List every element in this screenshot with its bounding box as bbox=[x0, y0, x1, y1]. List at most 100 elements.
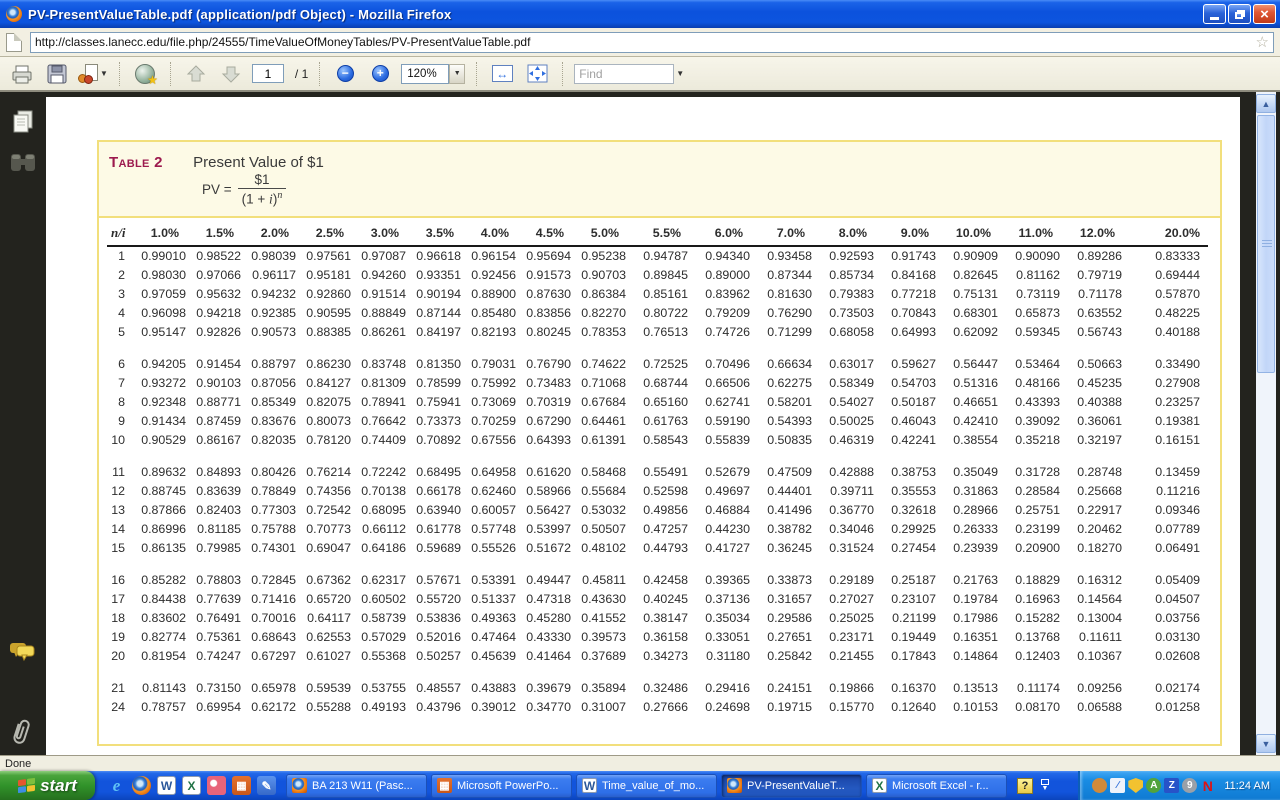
excel-icon[interactable]: X bbox=[182, 776, 201, 795]
task-button[interactable]: XMicrosoft Excel - r... bbox=[866, 774, 1007, 798]
pv-cell: 0.55684 bbox=[573, 481, 628, 500]
pv-cell: 0.87144 bbox=[408, 303, 463, 322]
internet-explorer-icon[interactable]: e bbox=[107, 776, 126, 795]
journal-icon[interactable]: ✎ bbox=[257, 776, 276, 795]
pv-cell: 0.34046 bbox=[814, 519, 876, 538]
task-button[interactable]: BA 213 W11 (Pasc... bbox=[286, 774, 427, 798]
zoom-in-button[interactable]: + bbox=[366, 60, 394, 88]
task-button[interactable]: ▦Microsoft PowerPo... bbox=[431, 774, 572, 798]
zone-icon[interactable]: Z bbox=[1164, 778, 1179, 793]
pv-cell: 0.62275 bbox=[752, 373, 814, 392]
messenger-icon[interactable] bbox=[1092, 778, 1107, 793]
pv-row: 50.951470.928260.905730.883850.862610.84… bbox=[107, 322, 1208, 341]
pv-cell: 0.81162 bbox=[1000, 265, 1062, 284]
pdf-viewer: Table 2 Present Value of $1 PV = $1 (1 +… bbox=[0, 92, 1280, 755]
zoom-dropdown-caret[interactable]: ▼ bbox=[449, 64, 465, 84]
pv-cell: 0.54703 bbox=[876, 373, 938, 392]
pv-cell: 0.89286 bbox=[1062, 246, 1124, 265]
scroll-up-button[interactable]: ▲ bbox=[1256, 94, 1276, 113]
pdf-toolbar: ▼ ★ / 1 − + 120% ▼ ↔ ▼ bbox=[0, 57, 1280, 92]
scroll-down-button[interactable]: ▼ bbox=[1256, 734, 1276, 753]
binoculars-icon[interactable] bbox=[8, 150, 38, 179]
task-button[interactable]: PV-PresentValueT... bbox=[721, 774, 862, 798]
comments-panel-icon[interactable] bbox=[8, 640, 36, 669]
antivirus-icon[interactable]: A bbox=[1146, 778, 1161, 793]
pv-cell: 0.13513 bbox=[938, 678, 1000, 697]
url-input[interactable]: http://classes.lanecc.edu/file.php/24555… bbox=[30, 32, 1274, 53]
pv-cell: 0.59627 bbox=[876, 354, 938, 373]
pv-cell: 0.88771 bbox=[188, 392, 243, 411]
pv-cell: 0.73373 bbox=[408, 411, 463, 430]
pv-cell: 0.58201 bbox=[752, 392, 814, 411]
pv-cell: 0.53755 bbox=[353, 678, 408, 697]
pv-cell: 0.50835 bbox=[752, 430, 814, 449]
zoom-combo[interactable]: 120% ▼ bbox=[401, 64, 465, 84]
powerpoint-icon: ▦ bbox=[437, 778, 452, 793]
attachments-paperclip-icon[interactable] bbox=[8, 718, 34, 753]
pages-panel-icon[interactable] bbox=[8, 108, 36, 141]
bookmark-star-icon[interactable]: ☆ bbox=[1256, 33, 1269, 51]
page-number-input[interactable] bbox=[252, 64, 284, 83]
pv-cell: 0.29189 bbox=[814, 570, 876, 589]
pv-cell: 0.51672 bbox=[518, 538, 573, 557]
pv-cell: 0.82270 bbox=[573, 303, 628, 322]
previous-page-button[interactable] bbox=[182, 60, 210, 88]
pv-cell: 0.92456 bbox=[463, 265, 518, 284]
restore-button[interactable] bbox=[1228, 4, 1251, 24]
group-gap bbox=[107, 557, 1208, 570]
minimize-button[interactable] bbox=[1203, 4, 1226, 24]
vertical-scrollbar[interactable]: ▲ ▼ bbox=[1256, 92, 1276, 755]
pv-cell: 0.31007 bbox=[573, 697, 628, 716]
find-dropdown-caret[interactable]: ▼ bbox=[676, 69, 684, 78]
pv-row: 210.811430.731500.659780.595390.537550.4… bbox=[107, 678, 1208, 697]
novell-icon[interactable]: N bbox=[1200, 778, 1215, 793]
group-gap bbox=[107, 341, 1208, 354]
word-icon[interactable]: W bbox=[157, 776, 176, 795]
pv-cell: 0.66178 bbox=[408, 481, 463, 500]
email-dropdown-caret[interactable]: ▼ bbox=[100, 69, 108, 78]
next-page-button[interactable] bbox=[217, 60, 245, 88]
scrollbar-thumb[interactable] bbox=[1257, 115, 1275, 373]
print-button[interactable] bbox=[8, 60, 36, 88]
fit-page-button[interactable] bbox=[523, 60, 551, 88]
group-gap bbox=[107, 665, 1208, 678]
rate-header: 3.0% bbox=[353, 224, 408, 246]
email-button[interactable]: ▼ bbox=[78, 60, 108, 88]
pv-cell: 0.61027 bbox=[298, 646, 353, 665]
start-button[interactable]: start bbox=[0, 771, 95, 800]
pv-cell: 0.32197 bbox=[1062, 430, 1124, 449]
pv-cell: 0.59539 bbox=[298, 678, 353, 697]
url-text: http://classes.lanecc.edu/file.php/24555… bbox=[35, 35, 530, 49]
pv-cell: 0.53836 bbox=[408, 608, 463, 627]
powerpoint-icon[interactable]: ▦ bbox=[232, 776, 251, 795]
close-button[interactable]: × bbox=[1253, 4, 1276, 24]
pv-cell: 0.11216 bbox=[1124, 481, 1208, 500]
pv-cell: 0.81185 bbox=[188, 519, 243, 538]
save-button[interactable] bbox=[43, 60, 71, 88]
shield-icon[interactable] bbox=[1128, 778, 1143, 793]
find-input[interactable] bbox=[574, 64, 674, 84]
pv-cell: 0.66634 bbox=[752, 354, 814, 373]
zoom-out-button[interactable]: − bbox=[331, 60, 359, 88]
fit-width-button[interactable]: ↔ bbox=[488, 60, 516, 88]
firefox-icon[interactable] bbox=[132, 776, 151, 795]
help-icon[interactable]: ? bbox=[1017, 778, 1033, 794]
period-cell: 3 bbox=[107, 284, 133, 303]
show-hidden-icons-chevron[interactable]: ▼ bbox=[1041, 779, 1049, 792]
pv-cell: 0.22917 bbox=[1062, 500, 1124, 519]
pv-cell: 0.23171 bbox=[814, 627, 876, 646]
media-icon[interactable]: 9 bbox=[1182, 778, 1197, 793]
pv-row: 170.844380.776390.714160.657200.605020.5… bbox=[107, 589, 1208, 608]
rate-header: 12.0% bbox=[1062, 224, 1124, 246]
tools-icon[interactable]: ∕ bbox=[1110, 778, 1125, 793]
key-icon[interactable] bbox=[207, 776, 226, 795]
web-button[interactable]: ★ bbox=[131, 60, 159, 88]
task-button[interactable]: WTime_value_of_mo... bbox=[576, 774, 717, 798]
period-cell: 10 bbox=[107, 430, 133, 449]
pv-cell: 0.40245 bbox=[628, 589, 690, 608]
pv-cell: 0.53464 bbox=[1000, 354, 1062, 373]
pv-cell: 0.55526 bbox=[463, 538, 518, 557]
pv-cell: 0.68301 bbox=[938, 303, 1000, 322]
pv-cell: 0.48225 bbox=[1124, 303, 1208, 322]
pv-cell: 0.55720 bbox=[408, 589, 463, 608]
